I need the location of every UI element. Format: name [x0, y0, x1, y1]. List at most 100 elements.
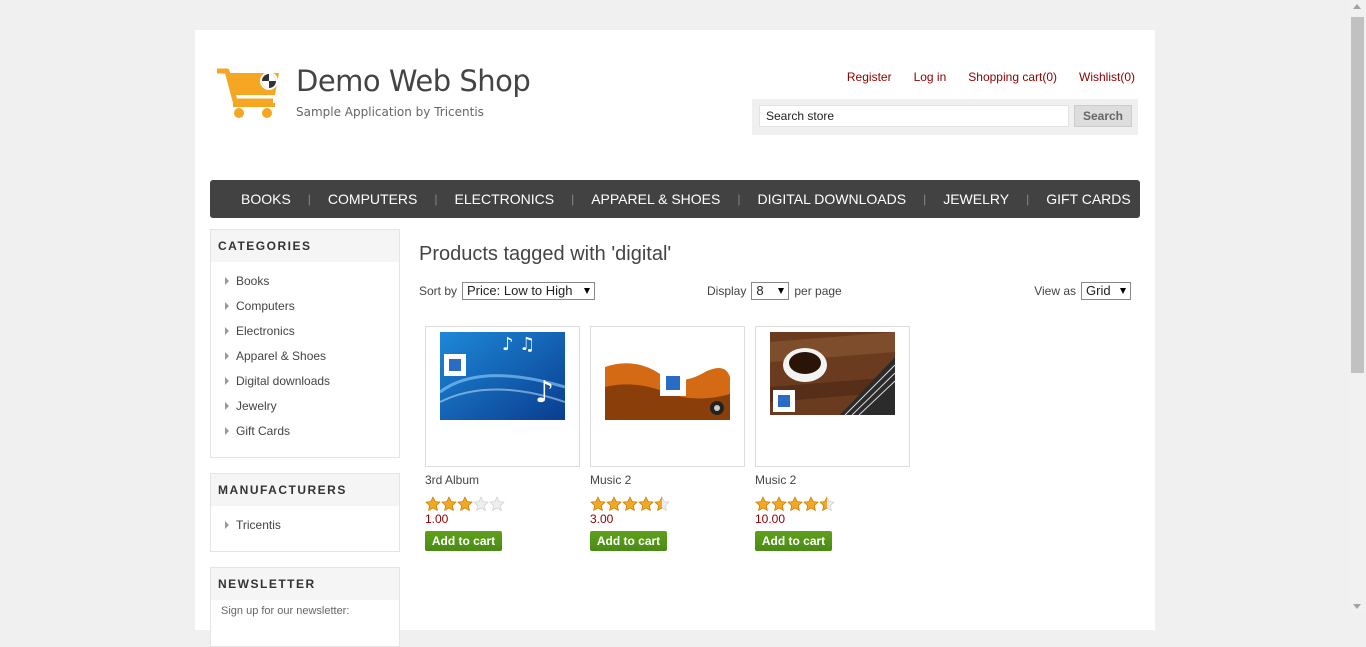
sort-by-value: Price: Low to High — [467, 283, 573, 298]
product-rating — [755, 496, 915, 512]
category-item-computers[interactable]: Computers — [225, 293, 399, 318]
arrow-right-icon — [225, 276, 229, 285]
star-icon — [457, 496, 473, 512]
product-picture[interactable]: ♪ ♫ ♪ — [425, 326, 580, 467]
arrow-right-icon — [225, 326, 229, 335]
product-rating — [590, 496, 750, 512]
category-item-electronics[interactable]: Electronics — [225, 318, 399, 343]
page-size-select[interactable]: 8 — [751, 282, 790, 300]
category-label: Digital downloads — [236, 373, 331, 388]
newsletter-title: NEWSLETTER — [211, 568, 399, 600]
star-icon — [606, 496, 622, 512]
product-rating — [425, 496, 585, 512]
search-box: Search — [752, 99, 1138, 135]
product-title[interactable]: Music 2 — [590, 473, 750, 487]
caret-down-icon — [584, 288, 591, 294]
view-as-label: View as — [1034, 284, 1076, 298]
arrow-right-icon — [225, 376, 229, 385]
category-item-gift-cards[interactable]: Gift Cards — [225, 418, 399, 443]
manufacturer-label: Tricentis — [236, 517, 281, 532]
category-label: Apparel & Shoes — [236, 348, 327, 363]
view-mode-select[interactable]: Grid — [1081, 282, 1131, 300]
star-icon — [590, 496, 606, 512]
sort-by-label: Sort by — [419, 284, 458, 298]
arrow-right-icon — [225, 520, 229, 529]
menu-jewelry[interactable]: JEWELRY — [926, 191, 1026, 207]
album-cover-image — [605, 332, 730, 420]
svg-text:♪ ♫: ♪ ♫ — [502, 334, 535, 355]
product-price: 10.00 — [755, 512, 786, 526]
view-mode-value: Grid — [1086, 283, 1111, 298]
arrow-right-icon — [225, 351, 229, 360]
shopping-cart-link[interactable]: Shopping cart(0) — [968, 70, 1057, 84]
scroll-up-arrow-icon[interactable] — [1353, 4, 1361, 9]
display-group: Display 8 per page — [707, 282, 842, 300]
album-cover-image: ♪ ♫ ♪ — [440, 332, 565, 420]
manufacturers-block: MANUFACTURERS Tricentis — [210, 473, 400, 552]
menu-books[interactable]: BOOKS — [224, 191, 308, 207]
caret-down-icon — [1120, 288, 1126, 294]
category-item-apparel-shoes[interactable]: Apparel & Shoes — [225, 343, 399, 368]
site-subtitle: Sample Application by Tricentis — [296, 105, 484, 119]
categories-title: CATEGORIES — [211, 230, 399, 262]
page-title: Products tagged with 'digital' — [419, 243, 672, 265]
star-icon — [803, 496, 819, 512]
category-label: Jewelry — [236, 398, 277, 413]
menu-computers[interactable]: COMPUTERS — [311, 191, 434, 207]
add-to-cart-button[interactable]: Add to cart — [590, 531, 667, 551]
category-label: Electronics — [236, 323, 295, 338]
menu-digital-downloads[interactable]: DIGITAL DOWNLOADS — [741, 191, 924, 207]
add-to-cart-button[interactable]: Add to cart — [755, 531, 832, 551]
search-button[interactable]: Search — [1074, 105, 1132, 127]
categories-block: CATEGORIES Books Computers Electronics A… — [210, 229, 400, 458]
page-size-value: 8 — [756, 283, 764, 298]
page-scrollbar[interactable] — [1349, 0, 1366, 613]
star-icon — [654, 496, 670, 512]
sort-by-select[interactable]: Price: Low to High — [462, 282, 596, 300]
menu-apparel-shoes[interactable]: APPAREL & SHOES — [574, 191, 737, 207]
display-label: Display — [707, 284, 747, 298]
product-item: Music 2 3.00 Add to cart — [590, 326, 750, 551]
shopping-cart-logo-icon[interactable] — [215, 67, 285, 127]
product-title[interactable]: 3rd Album — [425, 473, 585, 487]
top-menu: BOOKS | COMPUTERS | ELECTRONICS | APPARE… — [210, 180, 1140, 218]
star-icon — [638, 496, 654, 512]
scrollbar-thumb[interactable] — [1351, 17, 1364, 373]
category-item-books[interactable]: Books — [225, 268, 399, 293]
newsletter-text: Sign up for our newsletter: — [221, 605, 350, 617]
menu-gift-cards[interactable]: GIFT CARDS — [1029, 191, 1148, 207]
star-icon — [622, 496, 638, 512]
add-to-cart-button[interactable]: Add to cart — [425, 531, 502, 551]
register-link[interactable]: Register — [847, 70, 892, 84]
site-title[interactable]: Demo Web Shop — [296, 64, 531, 98]
manufacturer-item-tricentis[interactable]: Tricentis — [225, 512, 399, 537]
album-cover-image — [770, 332, 895, 415]
product-selectors: Sort by Price: Low to High Display 8 per… — [419, 282, 1131, 304]
view-as-group: View as Grid — [1034, 282, 1131, 300]
wishlist-link[interactable]: Wishlist(0) — [1079, 70, 1135, 84]
login-link[interactable]: Log in — [914, 70, 947, 84]
menu-electronics[interactable]: ELECTRONICS — [438, 191, 572, 207]
caret-down-icon — [778, 288, 785, 294]
scroll-down-arrow-icon[interactable] — [1353, 604, 1361, 609]
category-label: Gift Cards — [236, 423, 291, 438]
star-icon — [771, 496, 787, 512]
category-item-jewelry[interactable]: Jewelry — [225, 393, 399, 418]
product-picture[interactable] — [590, 326, 745, 467]
product-item: Music 2 10.00 Add to cart — [755, 326, 915, 551]
svg-text:♪: ♪ — [535, 375, 554, 410]
star-icon — [441, 496, 457, 512]
search-input[interactable] — [759, 105, 1069, 127]
star-icon — [489, 496, 505, 512]
arrow-right-icon — [225, 301, 229, 310]
sort-by-group: Sort by Price: Low to High — [419, 282, 596, 300]
star-icon — [425, 496, 441, 512]
manufacturers-title: MANUFACTURERS — [211, 474, 399, 506]
star-icon — [787, 496, 803, 512]
category-item-digital-downloads[interactable]: Digital downloads — [225, 368, 399, 393]
product-price: 1.00 — [425, 512, 449, 526]
product-picture[interactable] — [755, 326, 910, 467]
category-label: Computers — [236, 298, 295, 313]
arrow-right-icon — [225, 401, 229, 410]
product-title[interactable]: Music 2 — [755, 473, 915, 487]
